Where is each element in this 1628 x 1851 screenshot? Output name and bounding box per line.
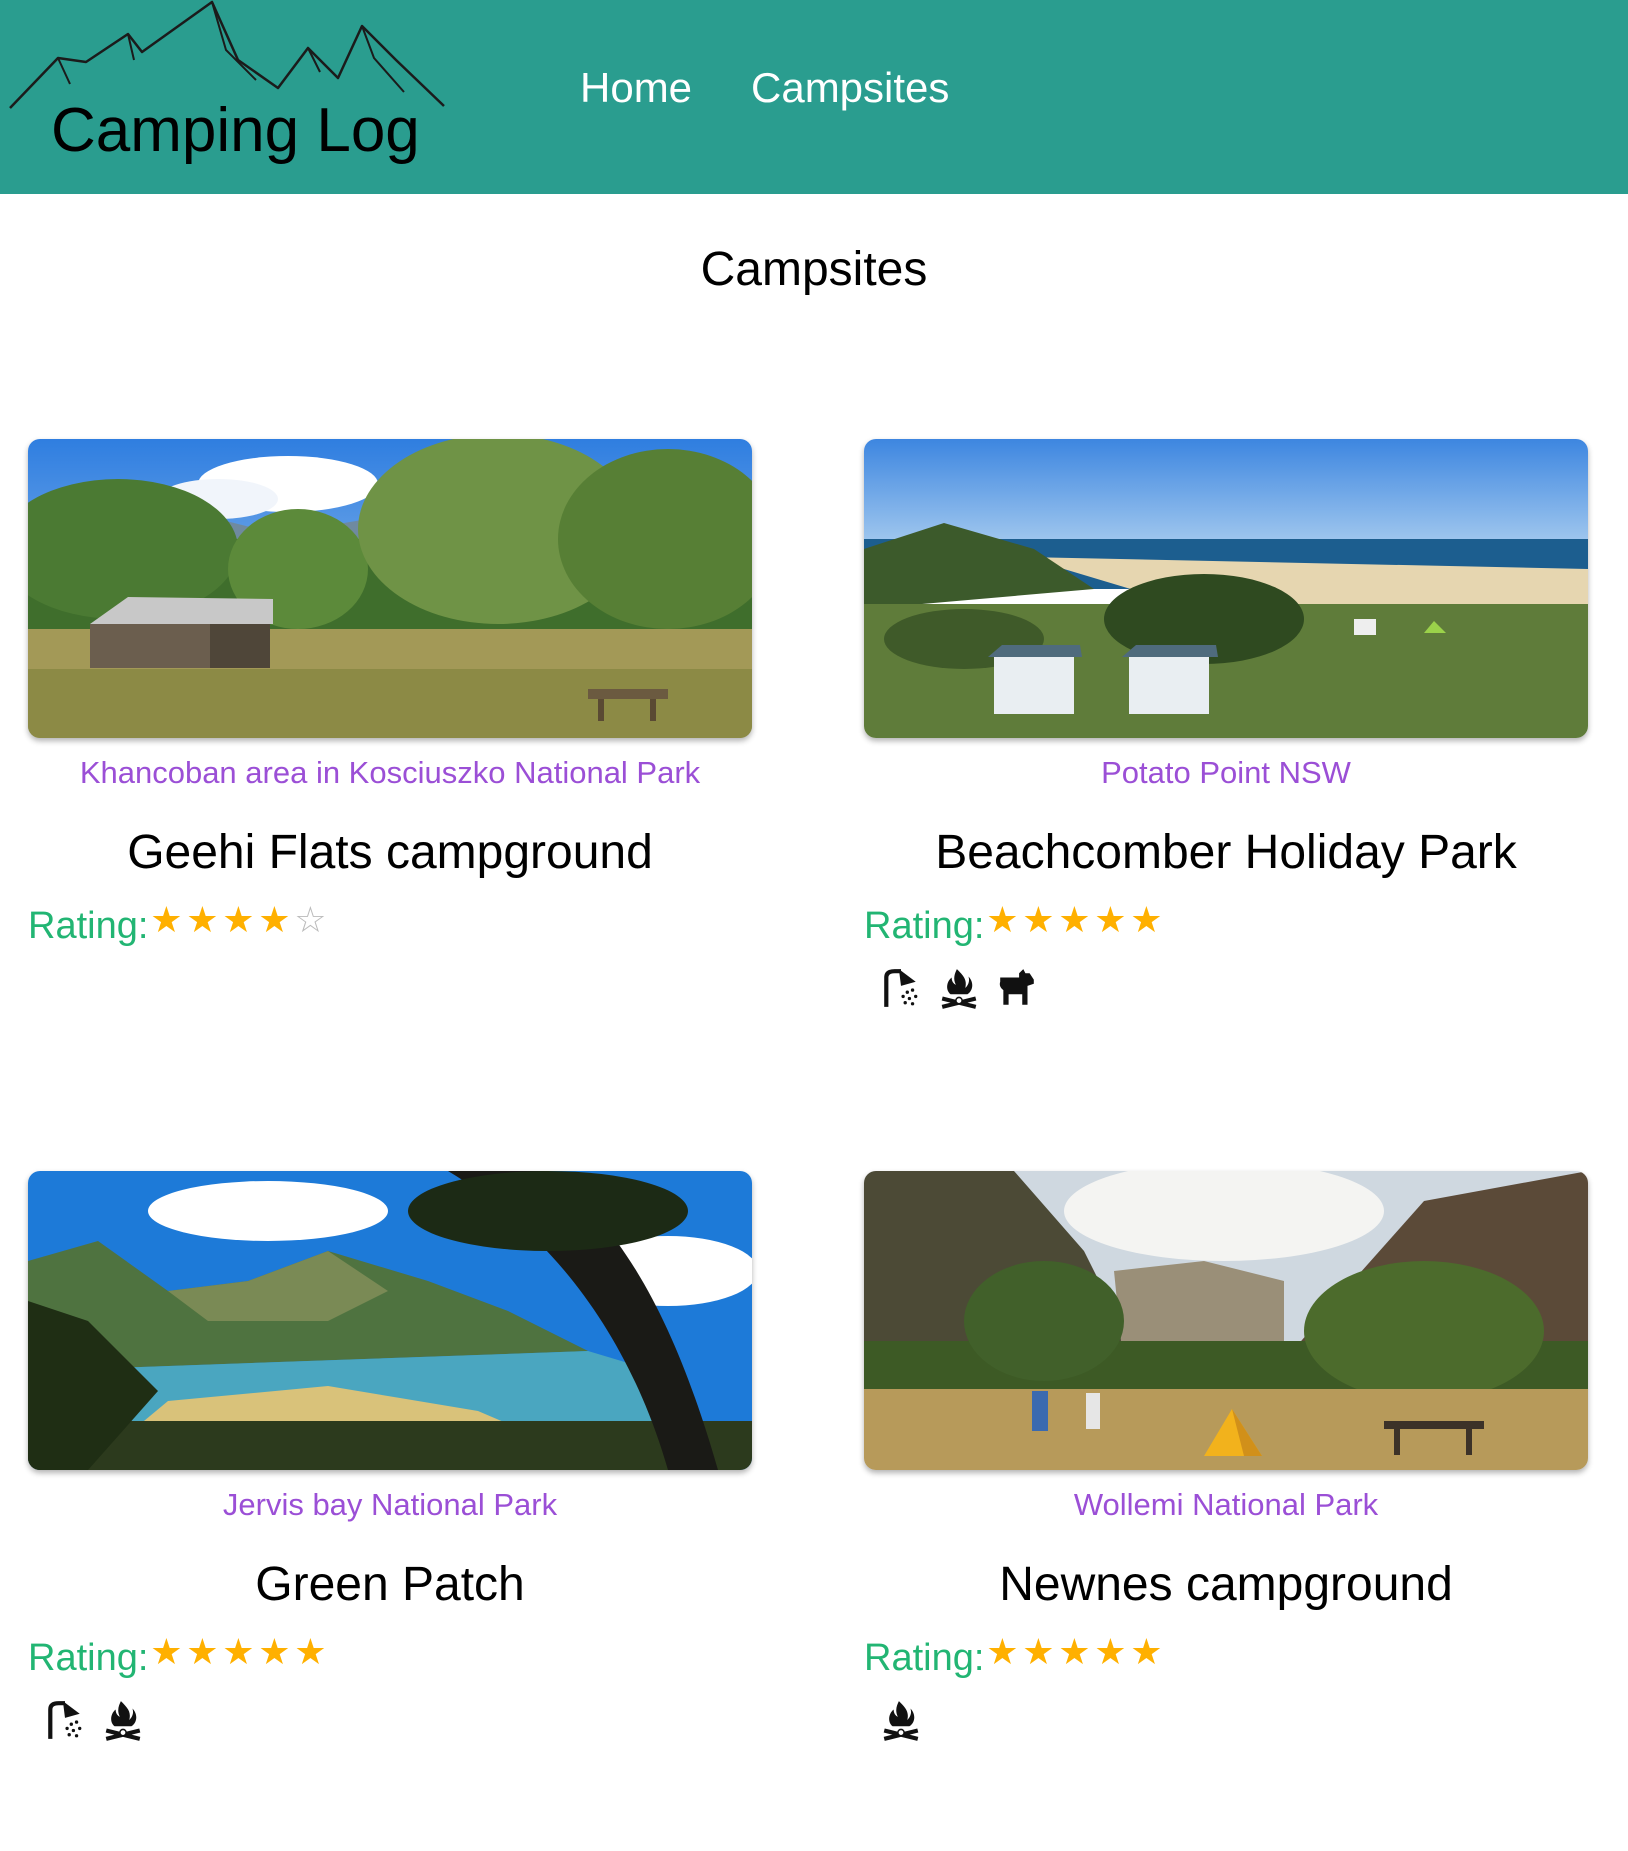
campsite-name[interactable]: Beachcomber Holiday Park bbox=[864, 825, 1588, 880]
star-filled-icon: ★ bbox=[222, 899, 255, 940]
rating-label: Rating: bbox=[28, 1637, 149, 1679]
star-filled-icon: ★ bbox=[294, 1631, 327, 1672]
campsite-photo[interactable] bbox=[28, 439, 752, 738]
campsite-photo[interactable] bbox=[864, 1171, 1588, 1470]
star-rating: ★ ★ ★ ★ ★ bbox=[984, 1631, 1164, 1673]
star-filled-icon: ★ bbox=[150, 899, 183, 940]
campsite-card: Khancoban area in Kosciuszko National Pa… bbox=[28, 439, 752, 1119]
campsite-location: Khancoban area in Kosciuszko National Pa… bbox=[79, 755, 701, 790]
campsite-card: Wollemi National Park Newnes campground … bbox=[864, 1171, 1588, 1851]
campfire-icon bbox=[938, 967, 980, 1009]
star-rating: ★ ★ ★ ★ ★ bbox=[148, 1631, 328, 1673]
campsite-location: Jervis bay National Park bbox=[222, 1487, 558, 1522]
star-filled-icon: ★ bbox=[1094, 899, 1127, 940]
campsite-name[interactable]: Newnes campground bbox=[864, 1557, 1588, 1612]
star-filled-icon: ★ bbox=[150, 1631, 183, 1672]
amenity-list bbox=[880, 1699, 938, 1749]
mountain-icon bbox=[9, 0, 445, 109]
star-filled-icon: ★ bbox=[1094, 1631, 1127, 1672]
campsite-card: Potato Point NSW Beachcomber Holiday Par… bbox=[864, 439, 1588, 1119]
rating: Rating:★ ★ ★ ★ ★ bbox=[864, 1631, 1164, 1681]
logo-text: Camping Log bbox=[51, 96, 420, 165]
campsite-name[interactable]: Green Patch bbox=[28, 1557, 752, 1612]
campfire-icon bbox=[880, 1699, 922, 1741]
rating-label: Rating: bbox=[864, 905, 985, 947]
star-filled-icon: ★ bbox=[986, 899, 1019, 940]
star-filled-icon: ★ bbox=[1130, 1631, 1163, 1672]
star-filled-icon: ★ bbox=[186, 899, 219, 940]
star-filled-icon: ★ bbox=[986, 1631, 1019, 1672]
dog-icon bbox=[996, 967, 1038, 1009]
star-filled-icon: ★ bbox=[258, 899, 291, 940]
campsite-card: Jervis bay National Park Green Patch Rat… bbox=[28, 1171, 752, 1851]
campsite-location: Potato Point NSW bbox=[1101, 755, 1351, 790]
star-rating: ★ ★ ★ ★ ★ bbox=[984, 899, 1164, 941]
shower-icon bbox=[44, 1699, 86, 1741]
star-filled-icon: ★ bbox=[1058, 1631, 1091, 1672]
nav-home-link[interactable]: Home bbox=[580, 64, 692, 112]
rating: Rating:★ ★ ★ ★ ★ bbox=[28, 1631, 328, 1681]
star-empty-icon: ☆ bbox=[294, 899, 327, 940]
campsite-name[interactable]: Geehi Flats campground bbox=[28, 825, 752, 880]
amenity-list bbox=[44, 1699, 160, 1749]
star-filled-icon: ★ bbox=[1058, 899, 1091, 940]
star-filled-icon: ★ bbox=[1022, 1631, 1055, 1672]
star-filled-icon: ★ bbox=[258, 1631, 291, 1672]
campsite-location: Wollemi National Park bbox=[1073, 1487, 1379, 1522]
star-filled-icon: ★ bbox=[1130, 899, 1163, 940]
star-rating: ★ ★ ★ ★ ☆ bbox=[148, 899, 328, 941]
rating-label: Rating: bbox=[864, 1637, 985, 1679]
star-filled-icon: ★ bbox=[1022, 899, 1055, 940]
star-filled-icon: ★ bbox=[222, 1631, 255, 1672]
rating: Rating:★ ★ ★ ★ ★ bbox=[864, 899, 1164, 949]
logo[interactable]: Camping Log bbox=[0, 0, 460, 194]
campfire-icon bbox=[102, 1699, 144, 1741]
rating-label: Rating: bbox=[28, 905, 149, 947]
navbar: Camping Log Home Campsites bbox=[0, 0, 1628, 194]
page-title: Campsites bbox=[700, 243, 928, 296]
amenity-list bbox=[880, 967, 1054, 1017]
rating: Rating:★ ★ ★ ★ ☆ bbox=[28, 899, 328, 949]
nav-campsites-link[interactable]: Campsites bbox=[751, 64, 949, 112]
shower-icon bbox=[880, 967, 922, 1009]
campsite-photo[interactable] bbox=[864, 439, 1588, 738]
star-filled-icon: ★ bbox=[186, 1631, 219, 1672]
campsite-photo[interactable] bbox=[28, 1171, 752, 1470]
